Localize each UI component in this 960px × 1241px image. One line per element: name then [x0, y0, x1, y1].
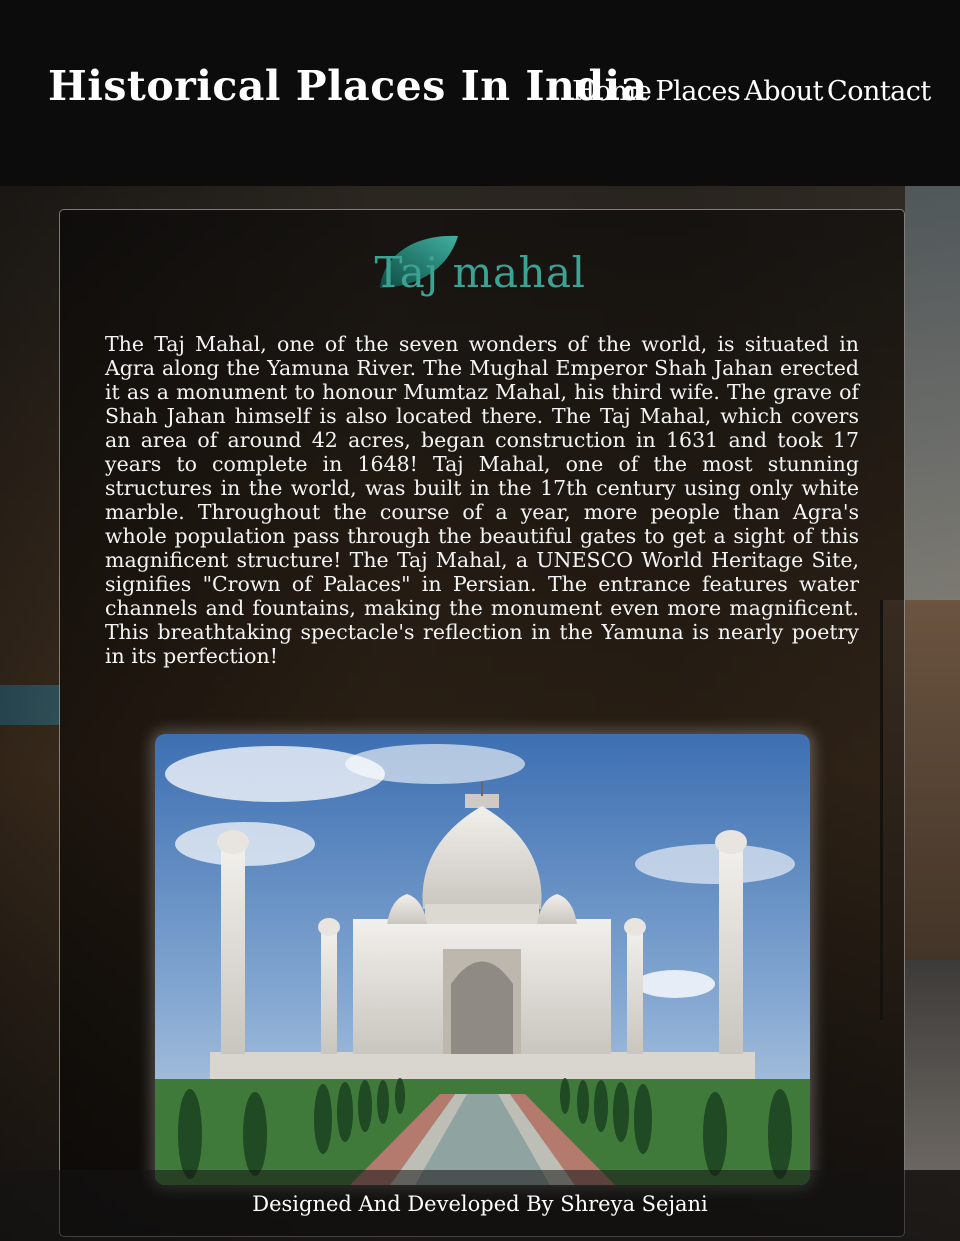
site-header: Historical Places In India Home Places A…: [0, 0, 960, 186]
nav-contact-link[interactable]: Contact: [827, 76, 931, 107]
background-path: [905, 960, 960, 1170]
place-description: The Taj Mahal, one of the seven wonders …: [105, 332, 859, 668]
nav-about-link[interactable]: About: [744, 76, 823, 107]
background-tile-band: [0, 685, 60, 725]
taj-mahal-photo: [155, 734, 810, 1185]
footer-credit: Designed And Developed By Shreya Sejani: [252, 1192, 708, 1216]
background-sky: [905, 120, 960, 610]
nav-home-link[interactable]: Home: [572, 76, 652, 107]
main-nav: Home Places About Contact: [572, 76, 931, 107]
nav-places-link[interactable]: Places: [655, 76, 740, 107]
site-title: Historical Places In India: [48, 62, 648, 110]
taj-mahal-illustration: [155, 734, 810, 1185]
place-title: Taj mahal: [374, 248, 586, 297]
